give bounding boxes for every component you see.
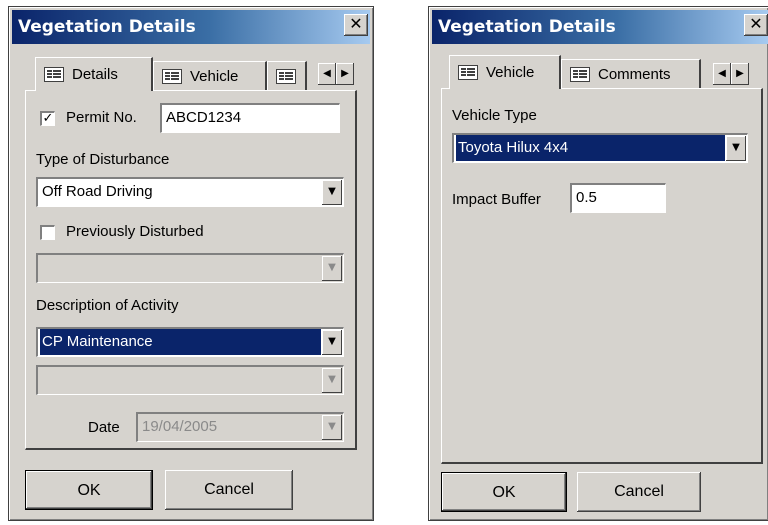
previously-disturbed-select: ▼ bbox=[36, 253, 344, 283]
date-label: Date bbox=[88, 419, 120, 436]
tab-label: Vehicle bbox=[190, 68, 239, 85]
chevron-down-icon[interactable]: ▼ bbox=[322, 180, 342, 205]
tab-scroll-left-button[interactable]: ◀ bbox=[713, 63, 731, 85]
form-icon bbox=[570, 67, 590, 82]
chevron-down-icon: ▼ bbox=[322, 256, 342, 281]
activity-value: CP Maintenance bbox=[40, 329, 321, 355]
impact-buffer-input[interactable]: 0.5 bbox=[570, 183, 666, 213]
left-dialog: Vegetation Details ✕ Details Vehicle ◀ ▶… bbox=[8, 6, 374, 521]
date-value: 19/04/2005 bbox=[142, 418, 218, 435]
tab-vehicle[interactable]: Vehicle bbox=[449, 55, 561, 89]
vehicle-type-label: Vehicle Type bbox=[452, 107, 537, 124]
disturbance-value: Off Road Driving bbox=[42, 183, 153, 200]
chevron-down-icon: ▼ bbox=[322, 415, 342, 440]
tab-label: Vehicle bbox=[486, 64, 535, 81]
disturbance-select[interactable]: Off Road Driving ▼ bbox=[36, 177, 344, 207]
activity-select[interactable]: CP Maintenance ▼ bbox=[36, 327, 344, 357]
chevron-down-icon: ▼ bbox=[322, 368, 342, 393]
ok-button[interactable]: OK bbox=[441, 472, 567, 512]
activity-label: Description of Activity bbox=[36, 297, 179, 314]
tab-label: Comments bbox=[598, 66, 671, 83]
vehicle-type-value: Toyota Hilux 4x4 bbox=[456, 135, 725, 161]
previously-disturbed-checkbox[interactable] bbox=[40, 225, 55, 240]
details-panel: ✓ Permit No. ABCD1234 Type of Disturbanc… bbox=[25, 90, 357, 450]
disturbance-label: Type of Disturbance bbox=[36, 151, 170, 168]
form-icon bbox=[276, 69, 296, 84]
chevron-down-icon[interactable]: ▼ bbox=[322, 330, 342, 355]
form-icon bbox=[162, 69, 182, 84]
chevron-down-icon[interactable]: ▼ bbox=[726, 136, 746, 161]
form-icon bbox=[44, 67, 64, 82]
right-dialog-title: Vegetation Details bbox=[432, 10, 768, 44]
permit-number-input[interactable]: ABCD1234 bbox=[160, 103, 340, 133]
impact-buffer-label: Impact Buffer bbox=[452, 191, 541, 208]
activity-sub-select: ▼ bbox=[36, 365, 344, 395]
tab-label: Details bbox=[72, 66, 118, 83]
date-picker: 19/04/2005 ▼ bbox=[136, 412, 344, 442]
close-button[interactable]: ✕ bbox=[744, 14, 768, 36]
tab-scroll-right-button[interactable]: ▶ bbox=[336, 63, 354, 85]
tab-scroll-right-button[interactable]: ▶ bbox=[731, 63, 749, 85]
permit-checkbox[interactable]: ✓ bbox=[40, 111, 55, 126]
form-icon bbox=[458, 65, 478, 80]
ok-button[interactable]: OK bbox=[25, 470, 153, 510]
tab-vehicle[interactable]: Vehicle bbox=[153, 61, 267, 91]
tab-more[interactable] bbox=[267, 61, 307, 91]
left-dialog-title: Vegetation Details bbox=[12, 10, 370, 44]
vehicle-type-select[interactable]: Toyota Hilux 4x4 ▼ bbox=[452, 133, 748, 163]
tab-scroll-left-button[interactable]: ◀ bbox=[318, 63, 336, 85]
permit-label: Permit No. bbox=[66, 109, 137, 126]
cancel-button[interactable]: Cancel bbox=[577, 472, 701, 512]
previously-disturbed-label: Previously Disturbed bbox=[66, 223, 204, 240]
cancel-button[interactable]: Cancel bbox=[165, 470, 293, 510]
tab-comments[interactable]: Comments bbox=[561, 59, 701, 89]
close-button[interactable]: ✕ bbox=[344, 14, 368, 36]
right-dialog: Vegetation Details ✕ Vehicle Comments ◀ … bbox=[428, 6, 768, 521]
tab-details[interactable]: Details bbox=[35, 57, 153, 91]
vehicle-panel: Vehicle Type Toyota Hilux 4x4 ▼ Impact B… bbox=[441, 88, 763, 464]
